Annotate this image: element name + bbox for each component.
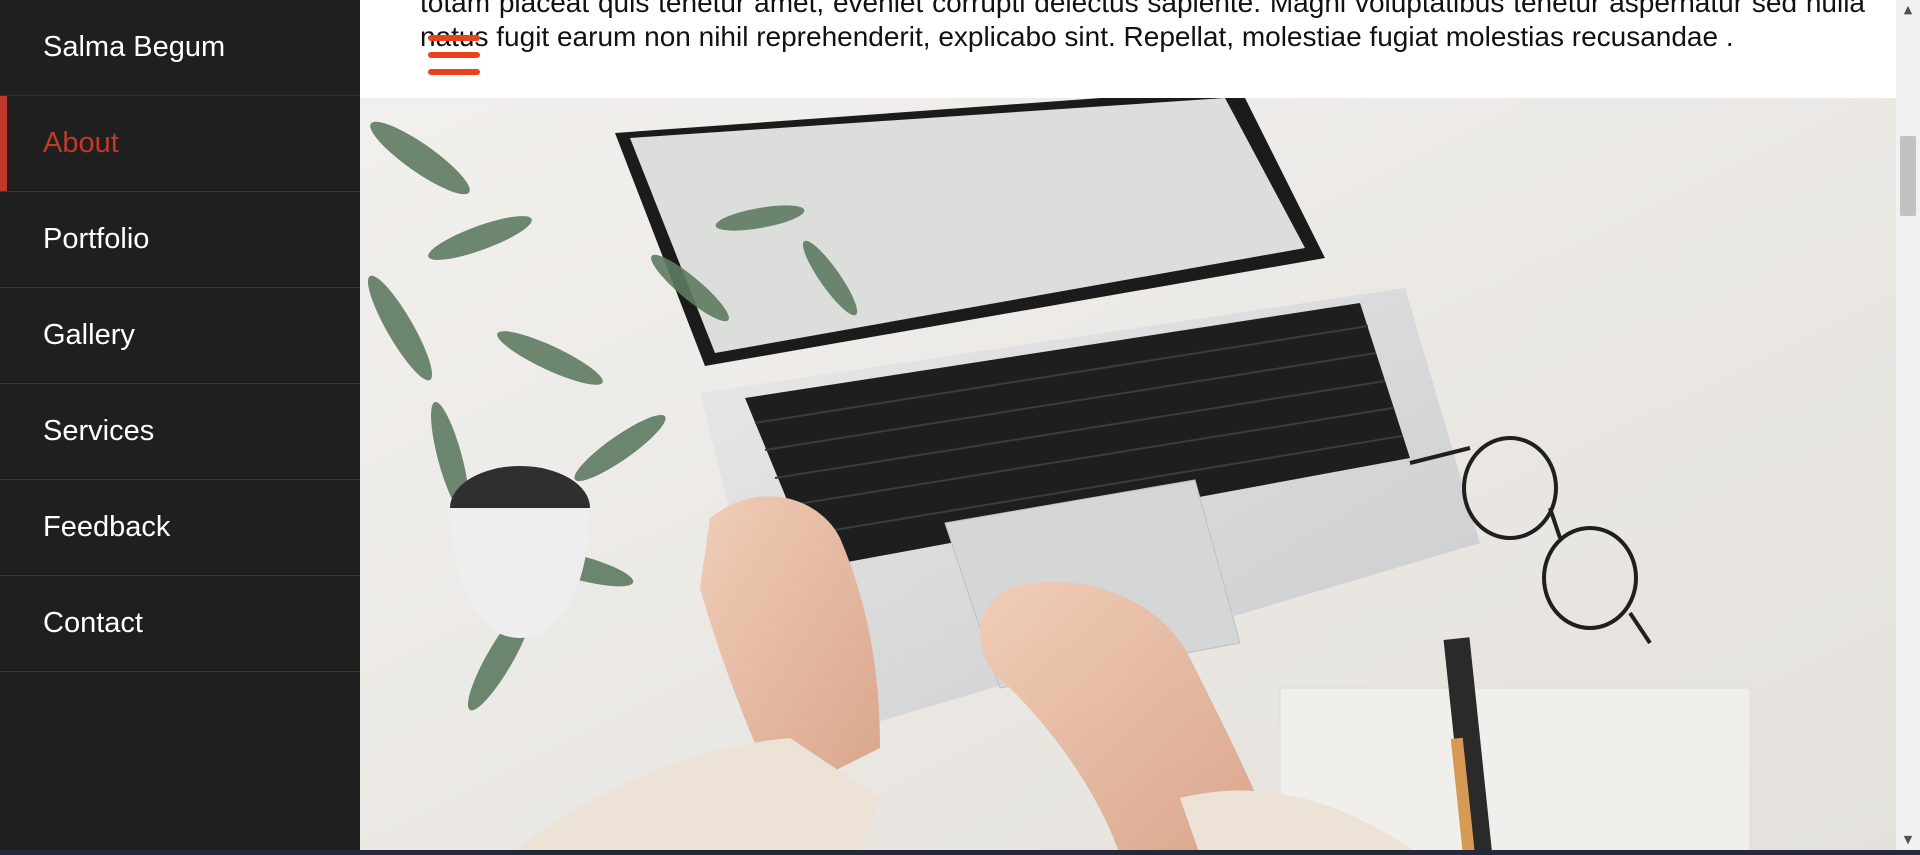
sidebar-item-label: Feedback (43, 511, 171, 543)
scroll-down-arrow-icon[interactable]: ▼ (1896, 830, 1920, 850)
sidebar-item-label: Services (43, 415, 155, 447)
sidebar-item-services[interactable]: Services (0, 384, 360, 480)
sidebar: Salma Begum About Portfolio Gallery Serv… (0, 0, 360, 855)
sidebar-item-label: Portfolio (43, 223, 150, 255)
sidebar-item-label: Gallery (43, 319, 135, 351)
main-content: totam placeat quis tenetur amet, eveniet… (360, 0, 1896, 855)
about-paragraph: totam placeat quis tenetur amet, eveniet… (420, 0, 1865, 52)
brand-name[interactable]: Salma Begum (0, 0, 360, 96)
hamburger-menu-icon[interactable] (428, 33, 480, 79)
sidebar-item-about[interactable]: About (0, 96, 360, 192)
scrollbar-thumb[interactable] (1900, 136, 1916, 216)
vertical-scrollbar[interactable]: ▲ ▼ (1896, 0, 1920, 850)
laptop-desk-illustration (360, 98, 1896, 855)
sidebar-item-gallery[interactable]: Gallery (0, 288, 360, 384)
sidebar-item-contact[interactable]: Contact (0, 576, 360, 672)
hero-photo (360, 98, 1896, 855)
sidebar-item-portfolio[interactable]: Portfolio (0, 192, 360, 288)
taskbar-edge (0, 850, 1920, 855)
scroll-up-arrow-icon[interactable]: ▲ (1896, 0, 1920, 20)
sidebar-item-label: About (43, 127, 119, 159)
sidebar-item-feedback[interactable]: Feedback (0, 480, 360, 576)
sidebar-item-label: Contact (43, 607, 143, 639)
